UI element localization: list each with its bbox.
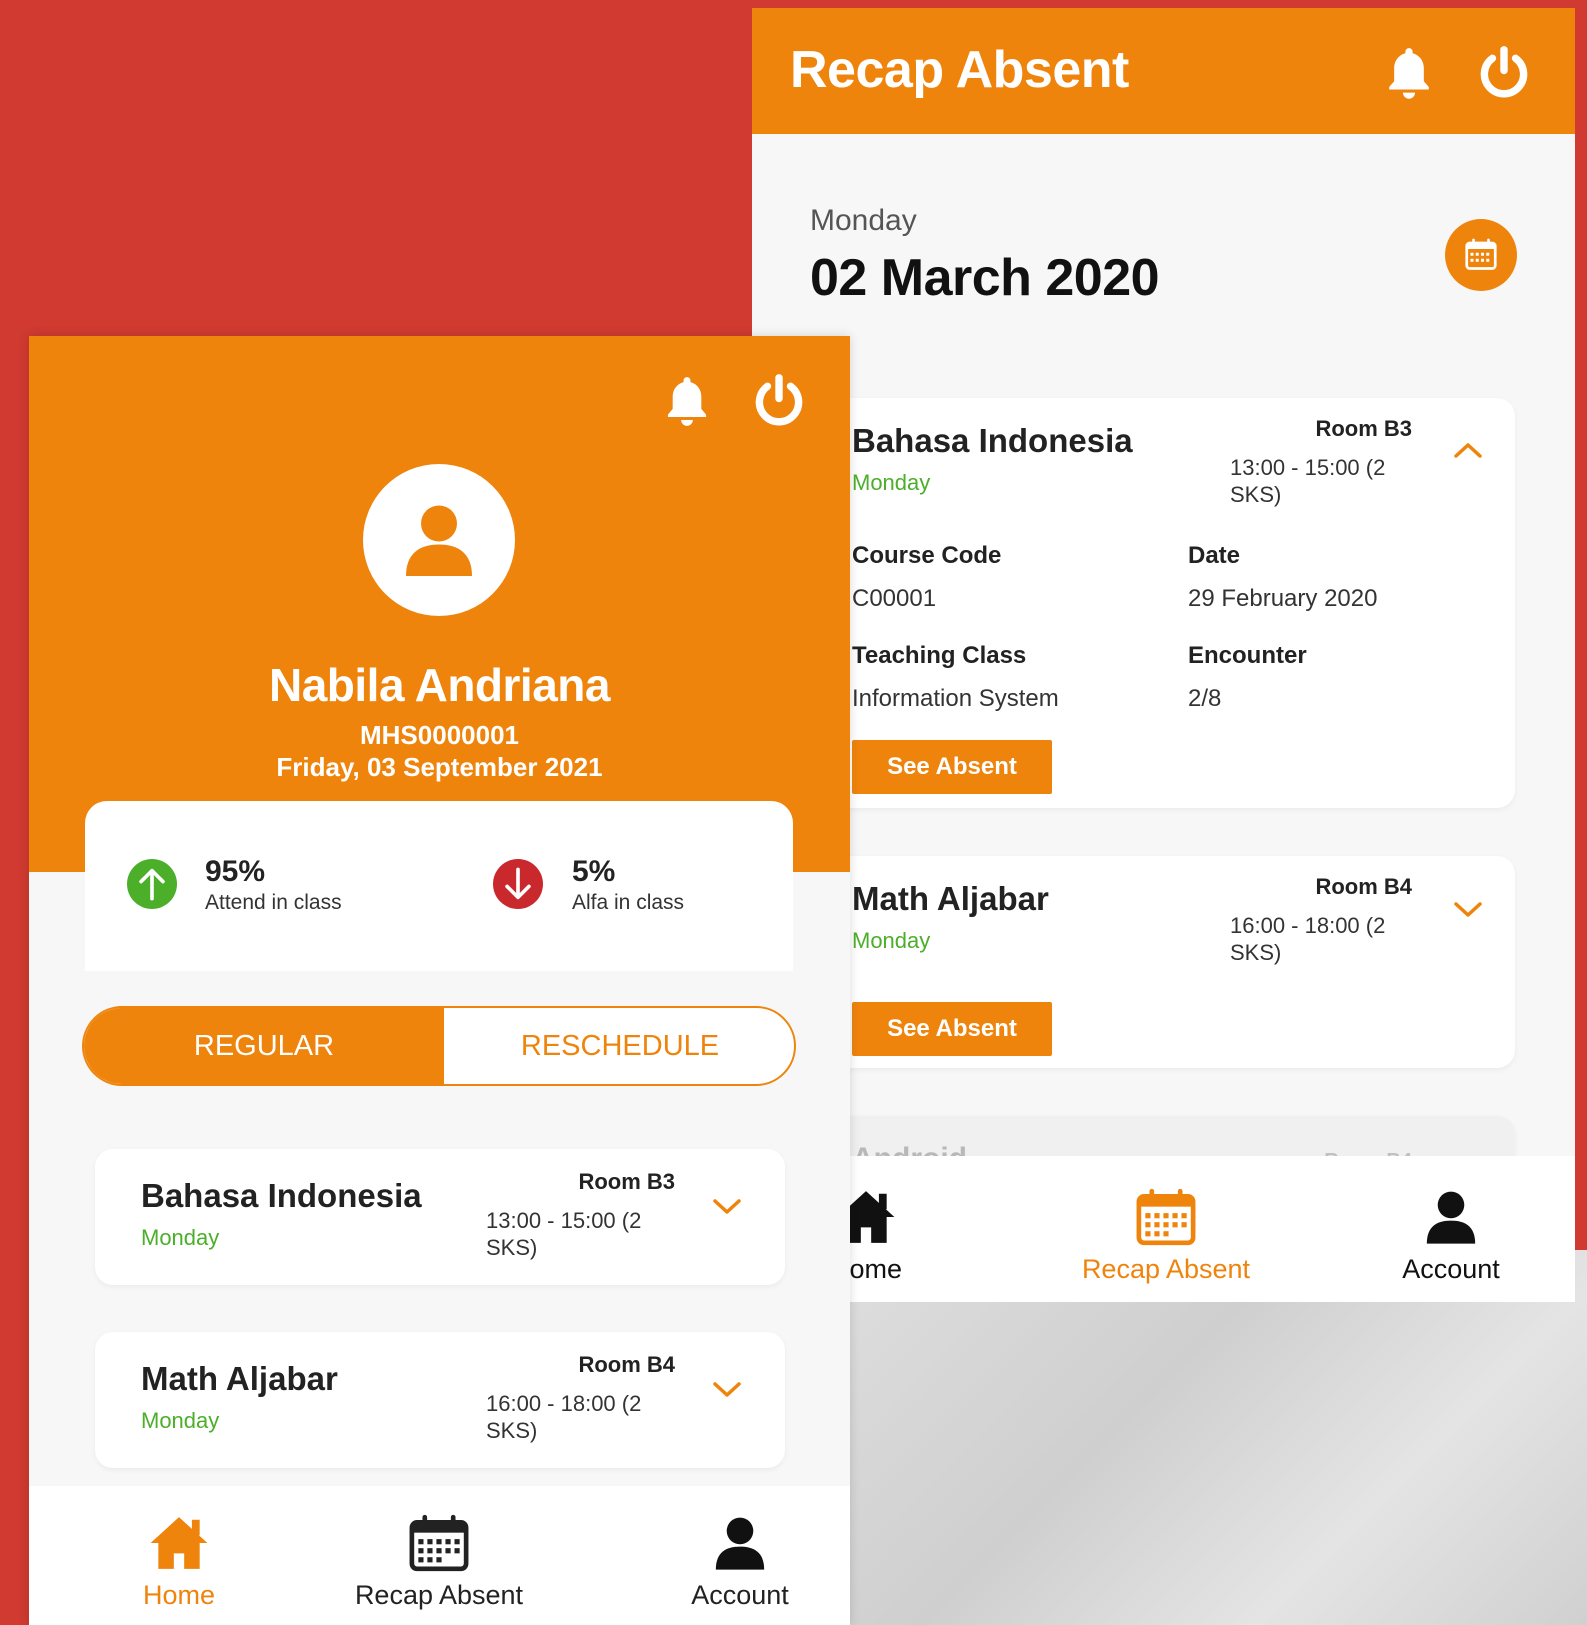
course-room: Room B4 [578, 1352, 675, 1377]
course-time: 16:00 - 18:00 (2 SKS) [1230, 913, 1386, 965]
schedule-type-toggle: REGULAR RESCHEDULE [82, 1006, 796, 1086]
nav-recap-label: Recap Absent [1081, 1254, 1251, 1284]
course-time: 13:00 - 15:00 (2 SKS) [486, 1208, 642, 1260]
calendar-icon [409, 1514, 469, 1572]
teaching-class-label: Teaching Class [852, 642, 1027, 669]
course-code-value: C00001 [852, 585, 937, 612]
nav-home[interactable]: Home [119, 1514, 239, 1611]
current-date: Friday, 03 September 2021 [276, 752, 603, 782]
attend-percentage: 95% [205, 855, 266, 888]
avatar[interactable] [363, 464, 515, 616]
course-time: 16:00 - 18:00 (2 SKS) [486, 1391, 642, 1443]
course-card[interactable]: Math Aljabar Monday Room B4 16:00 - 18:0… [812, 856, 1515, 1068]
alfa-percentage: 5% [572, 855, 616, 888]
see-absent-button[interactable]: See Absent [852, 740, 1052, 794]
calendar-icon [1465, 238, 1497, 270]
nav-home-label: Home [142, 1580, 216, 1610]
person-icon [406, 505, 472, 576]
course-day: Monday [141, 1225, 220, 1250]
course-name: Bahasa Indonesia [141, 1177, 422, 1214]
power-icon[interactable] [1476, 44, 1532, 104]
date-value: 29 February 2020 [1188, 585, 1378, 612]
date-label: Date [1188, 542, 1241, 569]
chevron-down-icon[interactable] [712, 1197, 742, 1217]
nav-recap-absent[interactable]: Recap Absent [1056, 1188, 1276, 1285]
course-card-expanded[interactable]: Bahasa Indonesia Monday Room B3 13:00 - … [812, 398, 1515, 808]
encounter-label: Encounter [1188, 642, 1307, 669]
bottom-navigation: Home Recap Absent Account [29, 1486, 850, 1625]
nav-account[interactable]: Account [665, 1514, 815, 1611]
home-screen: Nabila Andriana MHS0000001 Friday, 03 Se… [29, 336, 850, 1625]
course-day: Monday [141, 1408, 220, 1433]
course-name: Bahasa Indonesia [852, 422, 1133, 459]
recap-absent-screen: Recap Absent Monday 02 March 2020 Bahasa… [752, 8, 1575, 1302]
arrow-up-icon [127, 859, 177, 909]
page-title: Recap Absent [790, 41, 1129, 99]
course-code-label: Course Code [852, 542, 1002, 569]
tab-reschedule[interactable]: RESCHEDULE [444, 1008, 794, 1084]
teaching-class-value: Information System [852, 685, 1059, 712]
bottom-navigation: Home Recap Absent Account [752, 1156, 1575, 1302]
arrow-down-icon [493, 859, 543, 909]
course-name: Math Aljabar [852, 880, 1049, 917]
bell-icon[interactable] [661, 372, 713, 432]
profile-header: Nabila Andriana MHS0000001 Friday, 03 Se… [29, 336, 850, 872]
nav-account[interactable]: Account [1376, 1188, 1526, 1285]
person-icon [715, 1517, 765, 1570]
bell-icon[interactable] [1382, 44, 1436, 104]
course-card[interactable]: Bahasa Indonesia Monday Room B3 13:00 - … [95, 1149, 785, 1285]
home-icon [150, 1517, 208, 1569]
user-name: Nabila Andriana [269, 659, 610, 711]
selected-date: 02 March 2020 [810, 249, 1160, 307]
attend-label: Attend in class [205, 891, 342, 914]
nav-recap-label: Recap Absent [354, 1580, 524, 1610]
course-name: Math Aljabar [141, 1360, 338, 1397]
course-room: Room B4 [1315, 874, 1412, 899]
attendance-stats-card: 95% Attend in class 5% Alfa in class [85, 801, 793, 971]
nav-account-label: Account [1402, 1254, 1500, 1284]
calendar-icon [1136, 1188, 1196, 1246]
background-texture [850, 1250, 1587, 1625]
course-day: Monday [852, 928, 931, 953]
chevron-down-icon[interactable] [712, 1380, 742, 1400]
course-room: Room B3 [578, 1169, 675, 1194]
alfa-label: Alfa in class [572, 891, 685, 914]
course-card[interactable]: Math Aljabar Monday Room B4 16:00 - 18:0… [95, 1332, 785, 1468]
course-day: Monday [852, 470, 931, 495]
app-header: Recap Absent [752, 8, 1575, 134]
tab-regular[interactable]: REGULAR [84, 1008, 444, 1084]
power-icon[interactable] [751, 372, 807, 432]
encounter-value: 2/8 [1188, 685, 1222, 712]
nav-account-label: Account [691, 1580, 789, 1610]
calendar-picker-button[interactable] [1445, 219, 1517, 291]
nav-recap-absent[interactable]: Recap Absent [329, 1514, 549, 1611]
course-time: 13:00 - 15:00 (2 SKS) [1230, 455, 1386, 507]
course-room: Room B3 [1315, 416, 1412, 441]
see-absent-button[interactable]: See Absent [852, 1002, 1052, 1056]
chevron-down-icon[interactable] [1453, 900, 1483, 920]
person-icon [1426, 1191, 1476, 1244]
user-id: MHS0000001 [360, 720, 519, 750]
selected-day: Monday [810, 204, 917, 237]
chevron-up-icon[interactable] [1453, 440, 1483, 460]
